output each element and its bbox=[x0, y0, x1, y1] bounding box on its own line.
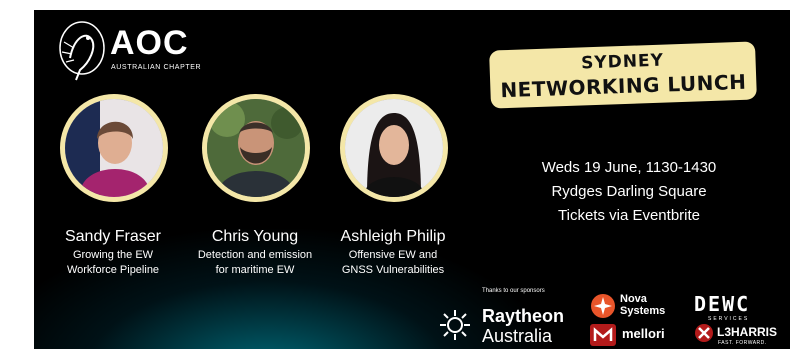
l3harris-mark-icon bbox=[695, 324, 713, 342]
event-date-time: Weds 19 June, 1130-1430 bbox=[541, 159, 717, 176]
dewc-logo: DEWC SERVICES bbox=[690, 292, 780, 326]
dewc-services: SERVICES bbox=[708, 316, 750, 322]
nova-systems-word: Systems bbox=[620, 305, 666, 317]
l3harris-tagline: FAST. FORWARD. bbox=[718, 340, 767, 346]
speaker-photo-sandy-fraser bbox=[60, 94, 168, 202]
aoc-logo: AOC AUSTRALIAN CHAPTER bbox=[56, 18, 216, 88]
sponsors-label: Thanks to our sponsors bbox=[482, 288, 545, 294]
event-title-badge: SYDNEY NETWORKING LUNCH bbox=[489, 41, 757, 109]
speaker-photo-chris-young bbox=[202, 94, 310, 202]
raytheon-logo: Raytheon Australia bbox=[438, 306, 588, 346]
speaker-name-ashleigh-philip: Ashleigh Philip bbox=[340, 228, 446, 245]
speaker-name-sandy-fraser: Sandy Fraser bbox=[64, 228, 162, 245]
event-tickets: Tickets via Eventbrite bbox=[558, 207, 700, 224]
logo-title: AOC bbox=[110, 24, 189, 62]
l3harris-logo: L3HARRIS FAST. FORWARD. bbox=[694, 323, 790, 349]
nova-star-icon bbox=[591, 294, 615, 318]
logo-subtitle: AUSTRALIAN CHAPTER bbox=[111, 64, 202, 71]
raytheon-name: Raytheon bbox=[482, 306, 565, 326]
nova-systems-logo: Nova Systems bbox=[590, 293, 690, 323]
speaker-topic-ashleigh-philip: Offensive EW and GNSS Vulnerabilities bbox=[341, 249, 445, 276]
dewc-name: DEWC bbox=[694, 292, 751, 316]
l3harris-name: L3HARRIS bbox=[717, 325, 778, 339]
mellori-logo: mellori bbox=[590, 324, 690, 348]
speaker-photo-ashleigh-philip bbox=[340, 94, 448, 202]
speaker-name-chris-young: Chris Young bbox=[211, 228, 299, 245]
mellori-mark-icon bbox=[590, 324, 616, 346]
event-venue: Rydges Darling Square bbox=[551, 183, 707, 200]
event-banner: AOC AUSTRALIAN CHAPTER Sandy Fraser Grow… bbox=[34, 10, 790, 349]
speaker-topic-chris-young: Detection and emission for maritime EW bbox=[197, 249, 313, 276]
speaker-topic-sandy-fraser: Growing the EW Workforce Pipeline bbox=[66, 249, 160, 276]
mellori-name: mellori bbox=[622, 326, 665, 341]
bird-emblem-icon bbox=[59, 21, 105, 81]
raytheon-starburst-icon bbox=[440, 310, 470, 340]
event-details: Weds 19 June, 1130-1430 Rydges Darling S… bbox=[504, 156, 754, 228]
raytheon-country: Australia bbox=[482, 326, 553, 346]
nova-name: Nova bbox=[620, 293, 647, 305]
